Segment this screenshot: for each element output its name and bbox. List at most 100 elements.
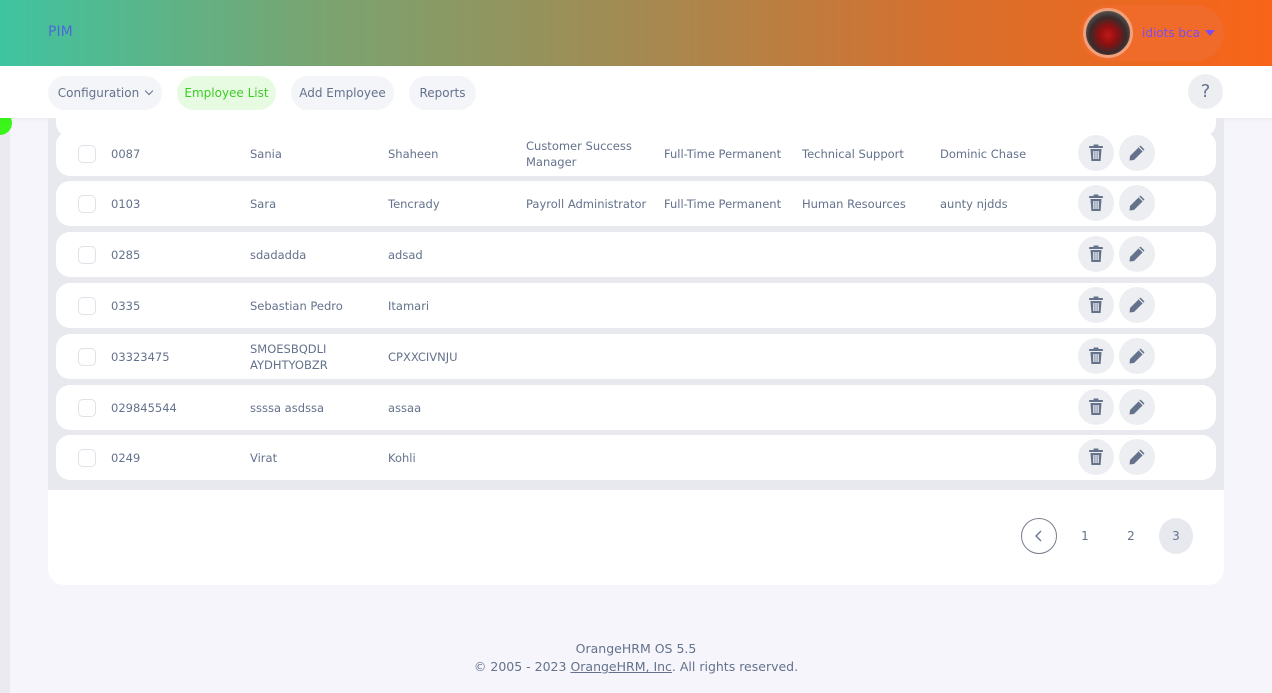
delete-button[interactable] bbox=[1078, 439, 1114, 475]
cell-status: Full-Time Permanent bbox=[664, 196, 782, 211]
cell-first: sdadadda bbox=[250, 247, 307, 262]
table-row[interactable]: 0335 Sebastian Pedro Itamari bbox=[56, 283, 1216, 328]
cell-job bbox=[526, 435, 656, 480]
cell-supervisor bbox=[940, 232, 1070, 277]
pencil-icon bbox=[1129, 449, 1145, 465]
delete-button[interactable] bbox=[1078, 338, 1114, 374]
delete-button[interactable] bbox=[1078, 135, 1114, 171]
edit-button[interactable] bbox=[1119, 439, 1155, 475]
cell-last: Kohli bbox=[388, 450, 416, 465]
page-2-button[interactable]: 2 bbox=[1114, 518, 1148, 554]
trash-icon bbox=[1089, 296, 1103, 313]
trash-icon bbox=[1089, 398, 1103, 415]
table-row[interactable]: 029845544 ssssa asdssa assaa bbox=[56, 385, 1216, 430]
row-checkbox[interactable] bbox=[78, 297, 96, 315]
page-3-button[interactable]: 3 bbox=[1159, 518, 1193, 554]
cell-status bbox=[664, 283, 794, 328]
tab-add-employee[interactable]: Add Employee bbox=[291, 76, 394, 110]
cell-last: Itamari bbox=[388, 298, 430, 313]
table-row[interactable]: 0103 Sara Tencrady Payroll Administrator Ful… bbox=[56, 181, 1216, 226]
trash-icon bbox=[1089, 347, 1103, 364]
cell-id: 0249 bbox=[111, 450, 141, 465]
cell-id: 0335 bbox=[111, 298, 141, 313]
footer: OrangeHRM OS 5.5 © 2005 - 2023 OrangeHRM… bbox=[0, 640, 1272, 676]
caret-down-icon bbox=[1204, 30, 1215, 36]
cell-job bbox=[526, 283, 656, 328]
cell-supervisor: Dominic Chase bbox=[940, 146, 1027, 161]
chevron-left-icon bbox=[1035, 530, 1042, 542]
cell-supervisor bbox=[940, 334, 1070, 379]
top-nav: Configuration Employee List Add Employee… bbox=[0, 66, 1272, 118]
edit-button[interactable] bbox=[1119, 287, 1155, 323]
tab-add-employee-label: Add Employee bbox=[299, 86, 386, 100]
row-checkbox[interactable] bbox=[78, 195, 96, 213]
tab-reports[interactable]: Reports bbox=[409, 76, 476, 110]
cell-last: adsad bbox=[388, 247, 423, 262]
cell-first: Virat bbox=[250, 450, 278, 465]
copyright-suffix: . All rights reserved. bbox=[671, 659, 799, 674]
help-label: ? bbox=[1200, 81, 1211, 102]
table-row[interactable]: 0249 Virat Kohli bbox=[56, 435, 1216, 480]
row-checkbox[interactable] bbox=[78, 399, 96, 417]
cell-sub-unit: Technical Support bbox=[802, 146, 904, 161]
delete-button[interactable] bbox=[1078, 287, 1114, 323]
cell-first: Sebastian Pedro bbox=[250, 298, 343, 313]
cell-id: 029845544 bbox=[111, 400, 177, 415]
chevron-down-icon bbox=[144, 86, 154, 96]
tab-employee-list-label: Employee List bbox=[184, 86, 269, 100]
pagination-card: 1 2 3 bbox=[48, 490, 1224, 585]
trash-icon bbox=[1089, 194, 1103, 211]
previous-page-button[interactable] bbox=[1021, 518, 1057, 554]
cell-job: Customer Success Manager bbox=[526, 138, 632, 169]
row-checkbox[interactable] bbox=[78, 348, 96, 366]
cell-first: Sania bbox=[250, 146, 282, 161]
cell-supervisor: aunty njdds bbox=[940, 196, 1008, 211]
cell-last: assaa bbox=[388, 400, 422, 415]
cell-job bbox=[526, 232, 656, 277]
delete-button[interactable] bbox=[1078, 236, 1114, 272]
pencil-icon bbox=[1129, 297, 1145, 313]
cell-id: 0103 bbox=[111, 196, 141, 211]
row-checkbox[interactable] bbox=[78, 449, 96, 467]
edit-button[interactable] bbox=[1119, 185, 1155, 221]
trash-icon bbox=[1089, 245, 1103, 262]
cell-supervisor bbox=[940, 385, 1070, 430]
cell-first: ssssa asdssa bbox=[250, 400, 325, 415]
cell-sub-unit bbox=[802, 283, 932, 328]
cell-status bbox=[664, 385, 794, 430]
cell-status bbox=[664, 334, 794, 379]
cell-status: Full-Time Permanent bbox=[664, 146, 782, 161]
cell-supervisor bbox=[940, 283, 1070, 328]
cell-sub-unit bbox=[802, 435, 932, 480]
edit-button[interactable] bbox=[1119, 135, 1155, 171]
employee-table: 0087 Sania Shaheen Customer Success Manager… bbox=[48, 118, 1224, 490]
cell-last: Shaheen bbox=[388, 146, 439, 161]
edit-button[interactable] bbox=[1119, 389, 1155, 425]
company-link[interactable]: OrangeHRM, Inc bbox=[570, 659, 671, 674]
cell-last: CPXXCIVNJU bbox=[388, 349, 458, 364]
table-row[interactable]: 0285 sdadadda adsad bbox=[56, 232, 1216, 277]
left-sidebar-edge bbox=[0, 66, 10, 693]
page-title: PIM bbox=[48, 24, 73, 40]
delete-button[interactable] bbox=[1078, 389, 1114, 425]
user-dropdown[interactable]: idiots bca bbox=[1080, 5, 1224, 61]
table-row[interactable]: 03323475 SMOESBQDLI AYDHTYOBZR CPXXCIVNJU bbox=[56, 334, 1216, 379]
footer-version: OrangeHRM OS 5.5 bbox=[575, 641, 697, 656]
edit-button[interactable] bbox=[1119, 338, 1155, 374]
cell-status bbox=[664, 435, 794, 480]
help-button[interactable]: ? bbox=[1188, 74, 1223, 109]
cell-job bbox=[526, 334, 656, 379]
row-checkbox[interactable] bbox=[78, 145, 96, 163]
delete-button[interactable] bbox=[1078, 185, 1114, 221]
row-checkbox[interactable] bbox=[78, 246, 96, 264]
avatar bbox=[1083, 8, 1133, 58]
tab-employee-list[interactable]: Employee List bbox=[177, 76, 276, 110]
tab-configuration[interactable]: Configuration bbox=[48, 76, 162, 110]
cell-id: 0087 bbox=[111, 146, 141, 161]
table-row[interactable]: 0087 Sania Shaheen Customer Success Manager… bbox=[56, 131, 1216, 176]
cell-sub-unit: Human Resources bbox=[802, 196, 906, 211]
edit-button[interactable] bbox=[1119, 236, 1155, 272]
tab-reports-label: Reports bbox=[419, 86, 466, 100]
page-1-button[interactable]: 1 bbox=[1068, 518, 1102, 554]
user-name: idiots bca bbox=[1142, 26, 1200, 40]
